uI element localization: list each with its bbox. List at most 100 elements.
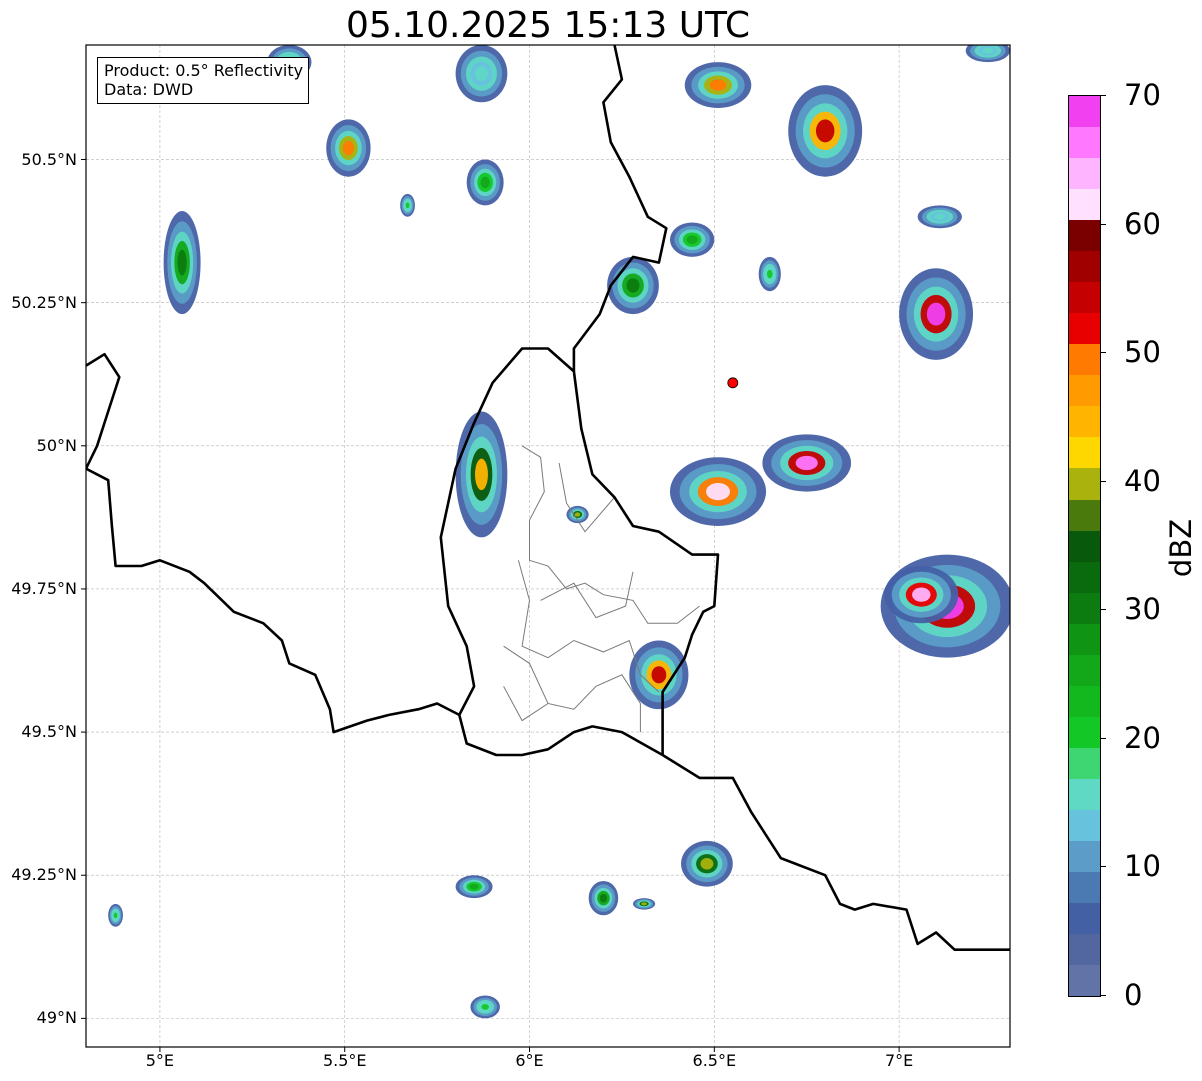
colorbar-swatch <box>1069 871 1100 903</box>
country-border-line <box>86 352 121 470</box>
radar-echo <box>934 213 946 220</box>
lon-tick-label: 6°E <box>515 1051 544 1070</box>
gridlines <box>86 45 1010 1047</box>
radar-echo <box>982 47 994 54</box>
radar-map <box>81 44 1011 1052</box>
radar-site-dot <box>727 377 739 389</box>
colorbar-swatch <box>1069 747 1100 779</box>
lat-tick-label: 49°N <box>36 1008 77 1028</box>
lat-tick-label: 50°N <box>36 435 77 455</box>
radar-echo <box>113 912 118 919</box>
lat-tick-label: 50.5°N <box>21 149 77 169</box>
colorbar-tick <box>1100 737 1106 739</box>
colorbar-swatch <box>1069 437 1100 469</box>
colorbar-tick <box>1100 352 1106 354</box>
radar-echo <box>686 235 698 244</box>
colorbar-swatch <box>1069 282 1100 314</box>
colorbar-swatch <box>1069 96 1100 128</box>
data-source-label: Data: DWD <box>104 80 194 99</box>
colorbar-swatch <box>1069 499 1100 531</box>
radar-echo <box>574 512 581 517</box>
lon-tick-label: 5.5°E <box>322 1051 367 1070</box>
product-info-box: Product: 0.5° Reflectivity Data: DWD <box>97 57 310 104</box>
colorbar-swatch <box>1069 220 1100 252</box>
radar-echo <box>469 883 479 890</box>
colorbar-tick-label: 60 <box>1124 206 1161 241</box>
lon-tick-label: 7°E <box>884 1051 914 1070</box>
colorbar-tick-label: 50 <box>1124 335 1161 370</box>
radar-echo <box>651 666 667 684</box>
radar-echoes <box>108 45 1010 1019</box>
product-label: Product: 0.5° Reflectivity <box>104 61 304 80</box>
lat-tick-label: 49.25°N <box>11 865 77 885</box>
colorbar-tick-label: 10 <box>1124 849 1161 884</box>
axis-ticks <box>81 159 900 1052</box>
colorbar-label: dBZ <box>1164 518 1198 578</box>
colorbar-tick <box>1100 609 1106 611</box>
colorbar-tick-label: 20 <box>1124 720 1161 755</box>
colorbar-swatch <box>1069 592 1100 624</box>
radar-site-marker <box>727 377 739 389</box>
colorbar-swatch <box>1069 778 1100 810</box>
radar-echo <box>641 902 647 906</box>
colorbar-swatch <box>1069 530 1100 562</box>
colorbar-tick-label: 30 <box>1124 592 1161 627</box>
radar-echo <box>480 176 490 189</box>
colorbar-swatch <box>1069 344 1100 376</box>
colorbar-tick-label: 40 <box>1124 463 1161 498</box>
district-border-line <box>503 686 549 722</box>
district-border-line <box>558 462 615 533</box>
colorbar-swatch <box>1069 375 1100 407</box>
radar-echo <box>926 302 946 326</box>
radar-echo <box>766 269 773 279</box>
radar-echo <box>815 119 835 143</box>
lat-tick-label: 49.5°N <box>21 722 77 742</box>
radar-echo <box>795 455 818 471</box>
lon-tick-label: 6.5°E <box>692 1051 737 1070</box>
radar-echo <box>342 140 354 156</box>
colorbar-tick <box>1100 480 1106 482</box>
colorbar-swatch <box>1069 685 1100 717</box>
radar-echo <box>405 202 410 209</box>
colorbar-swatch <box>1069 840 1100 872</box>
district-border-line <box>540 571 634 619</box>
lat-tick-label: 50.25°N <box>11 292 77 312</box>
colorbar-swatch <box>1069 406 1100 438</box>
radar-echo <box>706 483 731 501</box>
colorbar-tick <box>1100 866 1106 868</box>
radar-echo <box>177 249 187 276</box>
colorbar-tick <box>1100 95 1106 96</box>
colorbar-swatch <box>1069 933 1100 965</box>
radar-echo <box>599 893 608 903</box>
colorbar-swatch <box>1069 561 1100 593</box>
colorbar-swatch <box>1069 189 1100 221</box>
colorbar <box>1068 95 1101 997</box>
colorbar-tick-label: 0 <box>1124 978 1143 1012</box>
lat-tick-label: 49.75°N <box>11 578 77 598</box>
colorbar-swatch <box>1069 902 1100 934</box>
colorbar-swatch <box>1069 623 1100 655</box>
lon-tick-label: 5°E <box>145 1051 175 1070</box>
colorbar-swatch <box>1069 313 1100 345</box>
colorbar-swatch <box>1069 654 1100 686</box>
colorbar-swatch <box>1069 809 1100 841</box>
colorbar-tick-label: 70 <box>1124 78 1161 112</box>
map-frame <box>85 44 1011 1048</box>
country-borders <box>86 45 1010 952</box>
colorbar-swatch <box>1069 127 1100 159</box>
colorbar-tick <box>1100 995 1106 996</box>
colorbar-swatch <box>1069 716 1100 748</box>
colorbar-swatch <box>1069 251 1100 283</box>
radar-echo <box>709 79 727 91</box>
radar-echo <box>912 587 931 602</box>
colorbar-swatch <box>1069 468 1100 500</box>
radar-echo <box>475 458 488 491</box>
colorbar-swatch <box>1069 158 1100 190</box>
country-border-line <box>572 45 668 372</box>
radar-echo <box>700 858 714 870</box>
colorbar-tick <box>1100 223 1106 225</box>
radar-echo <box>481 1004 489 1010</box>
radar-echo <box>475 66 488 81</box>
colorbar-swatch <box>1069 964 1100 996</box>
radar-echo <box>626 278 640 293</box>
